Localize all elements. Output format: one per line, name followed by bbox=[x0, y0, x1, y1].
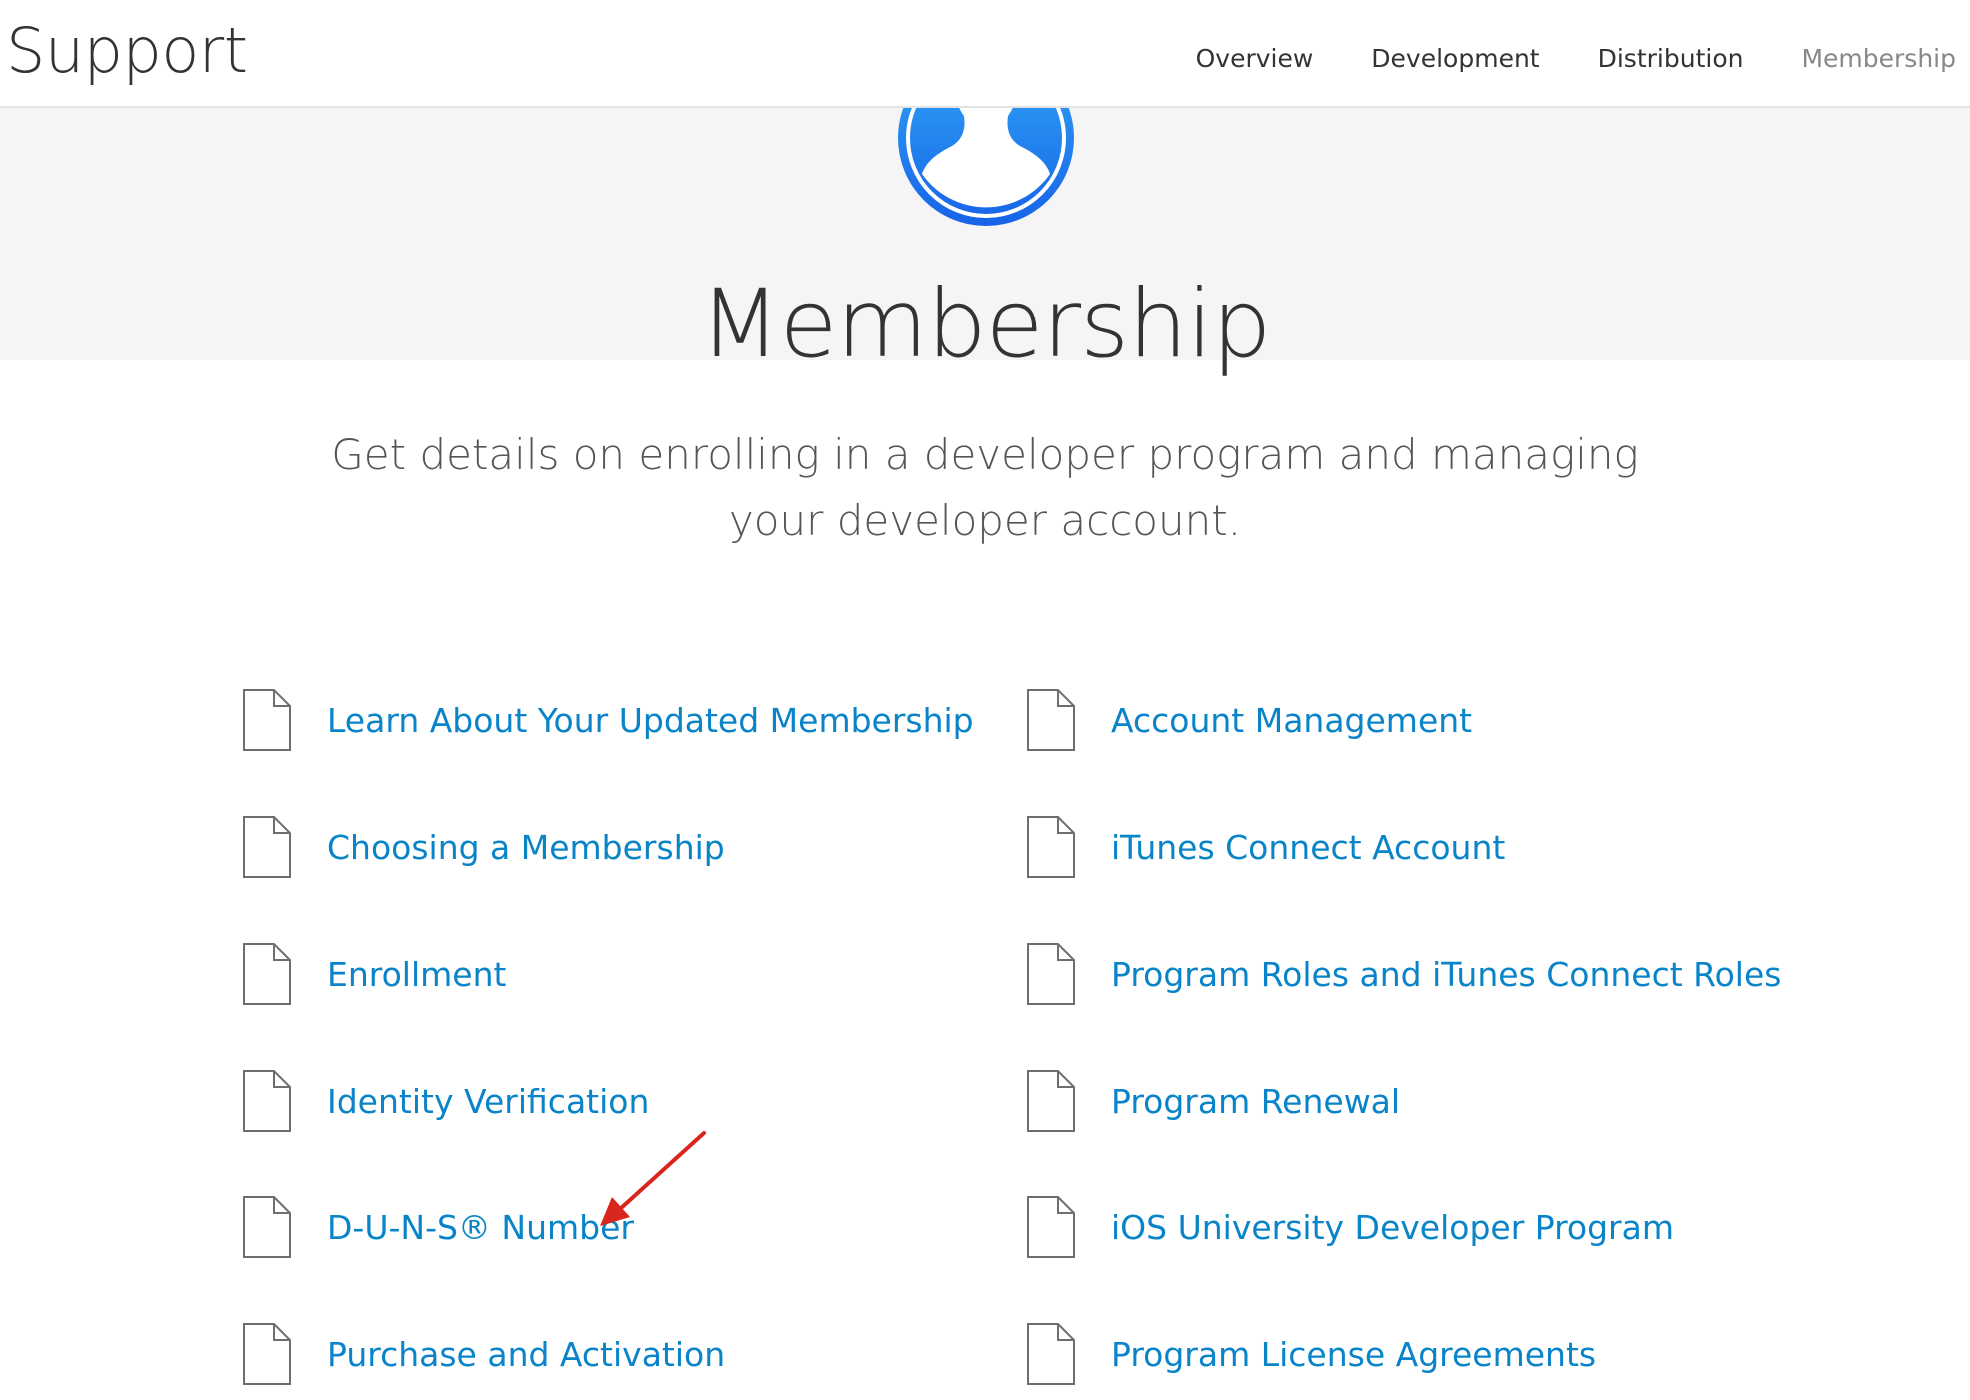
page-title: Membership bbox=[699, 270, 1272, 379]
site-header: Support Overview Development Distributio… bbox=[0, 0, 1970, 108]
nav-distribution[interactable]: Distribution bbox=[1598, 44, 1744, 73]
link-label[interactable]: Enrollment bbox=[327, 955, 506, 994]
link-enrollment[interactable]: Enrollment bbox=[242, 942, 506, 1006]
link-identity-verification[interactable]: Identity Verification bbox=[242, 1069, 649, 1133]
document-icon bbox=[242, 815, 292, 879]
document-icon bbox=[242, 688, 292, 752]
link-learn-updated-membership[interactable]: Learn About Your Updated Membership bbox=[242, 688, 974, 752]
top-nav: Overview Development Distribution Member… bbox=[1138, 44, 1956, 73]
document-icon bbox=[242, 1322, 292, 1386]
document-icon bbox=[1026, 942, 1076, 1006]
page-subtitle: Get details on enrolling in a developer … bbox=[331, 430, 1639, 545]
link-purchase-activation[interactable]: Purchase and Activation bbox=[242, 1322, 725, 1386]
document-icon bbox=[1026, 1195, 1076, 1259]
red-arrow-icon bbox=[600, 1131, 706, 1226]
link-label[interactable]: Identity Verification bbox=[327, 1082, 649, 1121]
link-label[interactable]: Purchase and Activation bbox=[327, 1335, 725, 1374]
document-icon bbox=[242, 942, 292, 1006]
link-label[interactable]: Choosing a Membership bbox=[327, 828, 725, 867]
link-duns-number[interactable]: D-U-N-S® Number bbox=[242, 1195, 634, 1259]
document-icon bbox=[1026, 1069, 1076, 1133]
link-label[interactable]: Program License Agreements bbox=[1111, 1335, 1596, 1374]
document-icon bbox=[1026, 815, 1076, 879]
link-label[interactable]: D-U-N-S® Number bbox=[327, 1208, 634, 1247]
link-program-license-agreements[interactable]: Program License Agreements bbox=[1026, 1322, 1596, 1386]
link-choosing-membership[interactable]: Choosing a Membership bbox=[242, 815, 725, 879]
link-itunes-connect-account[interactable]: iTunes Connect Account bbox=[1026, 815, 1505, 879]
link-label[interactable]: Program Renewal bbox=[1111, 1082, 1400, 1121]
document-icon bbox=[242, 1069, 292, 1133]
link-label[interactable]: iTunes Connect Account bbox=[1111, 828, 1505, 867]
nav-overview[interactable]: Overview bbox=[1196, 44, 1314, 73]
document-icon bbox=[1026, 688, 1076, 752]
link-account-management[interactable]: Account Management bbox=[1026, 688, 1472, 752]
link-label[interactable]: iOS University Developer Program bbox=[1111, 1208, 1674, 1247]
link-program-roles[interactable]: Program Roles and iTunes Connect Roles bbox=[1026, 942, 1781, 1006]
link-label[interactable]: Program Roles and iTunes Connect Roles bbox=[1111, 955, 1781, 994]
document-icon bbox=[242, 1195, 292, 1259]
link-label[interactable]: Account Management bbox=[1111, 701, 1472, 740]
link-program-renewal[interactable]: Program Renewal bbox=[1026, 1069, 1400, 1133]
link-label[interactable]: Learn About Your Updated Membership bbox=[327, 701, 974, 740]
brand-title[interactable]: Support bbox=[6, 14, 248, 87]
document-icon bbox=[1026, 1322, 1076, 1386]
nav-membership[interactable]: Membership bbox=[1801, 44, 1956, 73]
link-ios-university-program[interactable]: iOS University Developer Program bbox=[1026, 1195, 1674, 1259]
nav-development[interactable]: Development bbox=[1371, 44, 1539, 73]
